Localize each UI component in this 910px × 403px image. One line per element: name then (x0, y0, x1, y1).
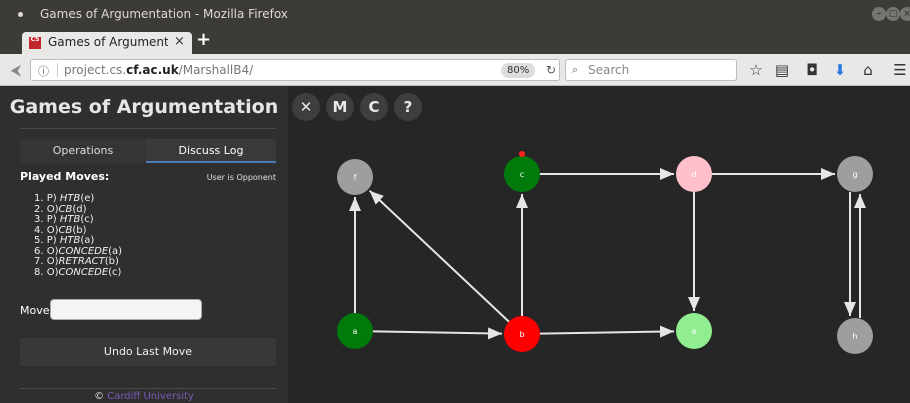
node-label-g: g (852, 170, 857, 179)
move-verb: CONCEDE (58, 266, 109, 278)
url-domain: cf.ac.uk (126, 63, 179, 77)
close-window-icon[interactable]: × (900, 7, 910, 21)
moves-list: 1. P) HTB(e) 2. O)CB(d) 3. P) HTB(c) 4. … (34, 193, 123, 279)
node-label-a: a (353, 327, 358, 336)
tab-strip: CS Games of Argumentati × + (0, 28, 910, 54)
pocket-icon[interactable]: ◘ (802, 60, 822, 80)
move-verb: HTB (59, 235, 81, 246)
sidebar-tabs: Operations Discuss Log (20, 139, 276, 163)
move-verb: CB (58, 224, 73, 236)
url-prefix: project.cs. (64, 63, 127, 77)
tab-operations[interactable]: Operations (20, 139, 146, 163)
search-icon: ⌕ (572, 63, 579, 76)
url-text: project.cs.cf.ac.uk/MarshallB4/ (64, 63, 253, 77)
copyright-symbol: © (94, 391, 108, 402)
move-label: Move: (20, 304, 54, 317)
maximize-icon[interactable]: □ (886, 7, 900, 21)
node-label-d: d (691, 170, 696, 179)
move-prefix: 8. O) (34, 266, 59, 278)
info-icon[interactable]: ⓘ (38, 63, 49, 79)
move-prefix: 5. P) (34, 235, 60, 246)
footer: © Cardiff University (0, 391, 288, 402)
node-label-h: h (852, 332, 857, 341)
search-placeholder: Search (588, 63, 630, 77)
divider (20, 128, 276, 129)
home-icon[interactable]: ⌂ (858, 60, 878, 80)
move-arg: (d) (72, 203, 87, 215)
reload-icon[interactable]: ↻ (546, 63, 556, 77)
argument-graph: f c d g a b e h (337, 151, 873, 354)
move-verb: HTB (59, 214, 81, 225)
move-arg: (b) (104, 256, 119, 267)
browser-tab[interactable]: CS Games of Argumentati × (22, 32, 192, 54)
window-title: Games of Argumentation - Mozilla Firefox (40, 7, 288, 21)
node-label-b: b (519, 330, 524, 339)
move-arg: (a) (108, 245, 123, 257)
back-icon[interactable]: ⮜ (5, 60, 27, 80)
new-tab-button[interactable]: + (196, 29, 211, 50)
move-prefix: 1. P) (34, 193, 60, 204)
browser-window: Games of Argumentation - Mozilla Firefox… (0, 0, 910, 403)
move-input[interactable] (50, 299, 202, 320)
move-prefix: 7. O) (34, 256, 59, 267)
tab-label: Games of Argumentati (48, 35, 168, 49)
divider (20, 388, 276, 389)
reading-list-icon[interactable]: ▤ (772, 60, 792, 80)
move-verb: HTB (59, 193, 81, 204)
app-area: Games of Argumentation Operations Discus… (0, 86, 910, 403)
zoom-indicator[interactable]: 80% (501, 63, 536, 78)
move-arg: (e) (80, 193, 95, 204)
move-verb: RETRACT (58, 256, 105, 267)
tab-close-icon[interactable]: × (174, 34, 185, 49)
move-arg: (a) (80, 235, 95, 246)
graph-canvas[interactable]: ✕ M C ? fcdgabeh (288, 86, 910, 403)
menu-icon[interactable]: ☰ (890, 60, 910, 80)
move-verb: CB (58, 203, 73, 215)
played-moves-label: Played Moves: (20, 170, 110, 183)
move-item: 8. O)CONCEDE(c) (34, 266, 122, 279)
app-title: Games of Argumentation (9, 96, 279, 118)
url-suffix: /MarshallB4/ (178, 63, 254, 77)
bookmark-star-icon[interactable]: ☆ (746, 60, 766, 80)
download-icon[interactable]: ⬇ (830, 60, 850, 80)
node-label-e: e (692, 327, 697, 336)
node-label-c: c (520, 170, 524, 179)
move-arg: (b) (72, 224, 87, 236)
sidebar: Games of Argumentation Operations Discus… (0, 86, 288, 403)
url-bar[interactable]: ⓘ project.cs.cf.ac.uk/MarshallB4/ 80% ↻ (30, 59, 560, 81)
edge-a-b (372, 327, 503, 340)
window-titlebar: Games of Argumentation - Mozilla Firefox… (0, 0, 910, 28)
node-label-f: f (354, 173, 357, 182)
nav-bar: ⮜ ⓘ project.cs.cf.ac.uk/MarshallB4/ 80% … (0, 54, 910, 86)
undo-last-move-button[interactable]: Undo Last Move (20, 338, 276, 366)
tab-discuss-log[interactable]: Discuss Log (146, 139, 276, 163)
edge-b-e (539, 325, 675, 338)
favicon: CS (29, 37, 41, 49)
move-prefix: 6. O) (34, 245, 59, 257)
window-menu-dot[interactable] (18, 12, 23, 17)
move-prefix: 3. P) (34, 214, 60, 225)
minimize-icon[interactable]: – (872, 7, 886, 21)
url-separator (57, 63, 58, 77)
move-prefix: 4. O) (34, 224, 59, 236)
move-arg: (c) (108, 266, 122, 278)
selection-marker (519, 151, 525, 157)
edge-b-f (368, 189, 510, 323)
cardiff-university-link[interactable]: Cardiff University (107, 391, 194, 402)
move-arg: (c) (80, 214, 94, 225)
move-prefix: 2. O) (34, 203, 59, 215)
role-label: User is Opponent (206, 173, 276, 182)
move-verb: CONCEDE (58, 245, 109, 257)
search-bar[interactable]: ⌕ Search (565, 59, 737, 81)
